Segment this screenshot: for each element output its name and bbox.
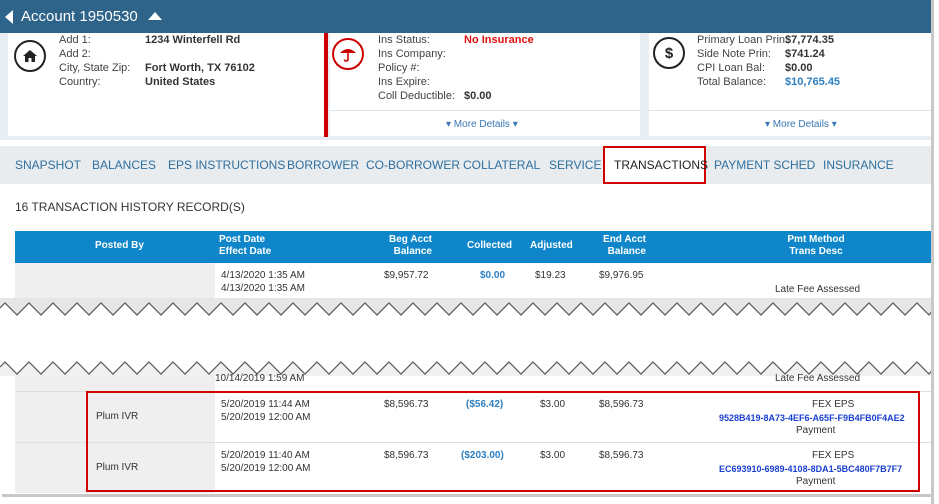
account-summary-panels: Add 1: 1234 Winterfell Rd Add 2: City, S… xyxy=(0,33,934,140)
ins-expire-label: Ins Expire: xyxy=(378,76,430,88)
insurance-panel: Ins Status: No Insurance Ins Company: Po… xyxy=(330,33,640,136)
col-effect-date: Effect Date xyxy=(219,246,272,257)
ins-status-label: Ins Status: xyxy=(378,34,430,46)
umbrella-icon xyxy=(332,38,364,70)
add1-label: Add 1: xyxy=(59,34,91,46)
side-note-value: $741.24 xyxy=(785,48,825,60)
coll-deductible-value: $0.00 xyxy=(464,90,492,102)
posted-by-cell xyxy=(15,263,215,301)
coll-deductible-label: Coll Deductible: xyxy=(378,90,456,102)
home-icon xyxy=(14,40,46,72)
page-shadow xyxy=(2,494,934,497)
loan-panel: $ Primary Loan Prin: $7,774.35 Side Note… xyxy=(649,33,934,136)
ins-status-value: No Insurance xyxy=(464,34,534,46)
col-end-balance: Balance xyxy=(607,246,646,257)
tab-transactions[interactable]: TRANSACTIONS xyxy=(614,158,708,172)
col-adjusted: Adjusted xyxy=(530,240,573,251)
tab-snapshot[interactable]: SNAPSHOT xyxy=(15,158,81,172)
back-arrow-icon[interactable] xyxy=(5,9,13,24)
cpi-loan-value: $0.00 xyxy=(785,62,813,74)
tab-co-borrower[interactable]: CO-BORROWER xyxy=(366,158,460,172)
col-posted-by: Posted By xyxy=(95,240,144,251)
city-label: City, State Zip: xyxy=(59,62,131,74)
address-panel: Add 1: 1234 Winterfell Rd Add 2: City, S… xyxy=(8,33,324,136)
tab-borrower[interactable]: BORROWER xyxy=(287,158,359,172)
side-note-label: Side Note Prin: xyxy=(697,48,771,60)
total-balance-label: Total Balance: xyxy=(697,76,767,88)
add1-value: 1234 Winterfell Rd xyxy=(145,34,241,46)
insurance-more-details-link[interactable]: ▾ More Details ▾ xyxy=(446,119,518,130)
page-break-tear xyxy=(0,298,939,376)
highlighted-payments-box xyxy=(86,391,920,492)
primary-loan-label: Primary Loan Prin: xyxy=(697,34,789,46)
tab-payment-sched[interactable]: PAYMENT SCHED xyxy=(714,158,815,172)
col-end-acct: End Acct xyxy=(603,234,646,245)
col-trans-desc: Trans Desc xyxy=(789,246,843,257)
row1-collected-link[interactable]: $0.00 xyxy=(480,270,505,282)
col-pmt-method: Pmt Method xyxy=(787,234,845,245)
divider xyxy=(649,110,934,111)
col-beg-balance: Balance xyxy=(393,246,432,257)
tab-insurance[interactable]: INSURANCE xyxy=(823,158,894,172)
tab-eps-instructions[interactable]: EPS INSTRUCTIONS xyxy=(168,158,285,172)
policy-label: Policy #: xyxy=(378,62,420,74)
city-value: Fort Worth, TX 76102 xyxy=(145,62,255,74)
cpi-loan-label: CPI Loan Bal: xyxy=(697,62,765,74)
account-header: Account 1950530 xyxy=(0,0,934,33)
transactions-table-header: Posted By Post Date Effect Date Beg Acct… xyxy=(15,231,934,263)
tab-bar: SNAPSHOT BALANCES EPS INSTRUCTIONS BORRO… xyxy=(0,146,934,184)
country-value: United States xyxy=(145,76,216,88)
col-beg-acct: Beg Acct xyxy=(389,234,432,245)
collapse-caret-icon[interactable] xyxy=(147,11,162,20)
row1-beg-balance: $9,957.72 xyxy=(384,270,429,281)
divider xyxy=(330,110,640,111)
tab-collateral[interactable]: COLLATERAL xyxy=(463,158,540,172)
loan-more-details-link[interactable]: ▾ More Details ▾ xyxy=(765,119,837,130)
row1-post-date: 4/13/2020 1:35 AM xyxy=(221,270,305,281)
row1-trans-desc: Late Fee Assessed xyxy=(775,284,861,295)
country-label: Country: xyxy=(59,76,101,88)
partial-effect-date: 10/14/2019 1:59 AM xyxy=(215,373,305,384)
total-balance-value: $10,765.45 xyxy=(785,76,841,88)
primary-loan-value: $7,774.35 xyxy=(785,34,834,46)
tab-transactions-highlight: TRANSACTIONS xyxy=(603,146,708,184)
tab-service[interactable]: SERVICE xyxy=(549,158,601,172)
partial-trans-desc: Late Fee Assessed xyxy=(775,373,861,384)
dollar-icon: $ xyxy=(653,37,685,69)
records-count: 16 TRANSACTION HISTORY RECORD(S) xyxy=(15,200,245,214)
posted-by-cell xyxy=(15,376,215,391)
tab-balances[interactable]: BALANCES xyxy=(92,158,156,172)
row1-end-balance: $9,976.95 xyxy=(599,270,644,281)
col-post-date: Post Date xyxy=(219,234,266,245)
insurance-alert-bar xyxy=(324,33,328,137)
row1-adjusted: $19.23 xyxy=(535,270,566,281)
page-margin xyxy=(934,0,939,504)
ins-company-label: Ins Company: xyxy=(378,48,446,60)
account-title: Account 1950530 xyxy=(21,8,138,25)
add2-label: Add 2: xyxy=(59,48,91,60)
col-collected: Collected xyxy=(467,240,513,251)
row1-effect-date: 4/13/2020 1:35 AM xyxy=(221,283,305,294)
